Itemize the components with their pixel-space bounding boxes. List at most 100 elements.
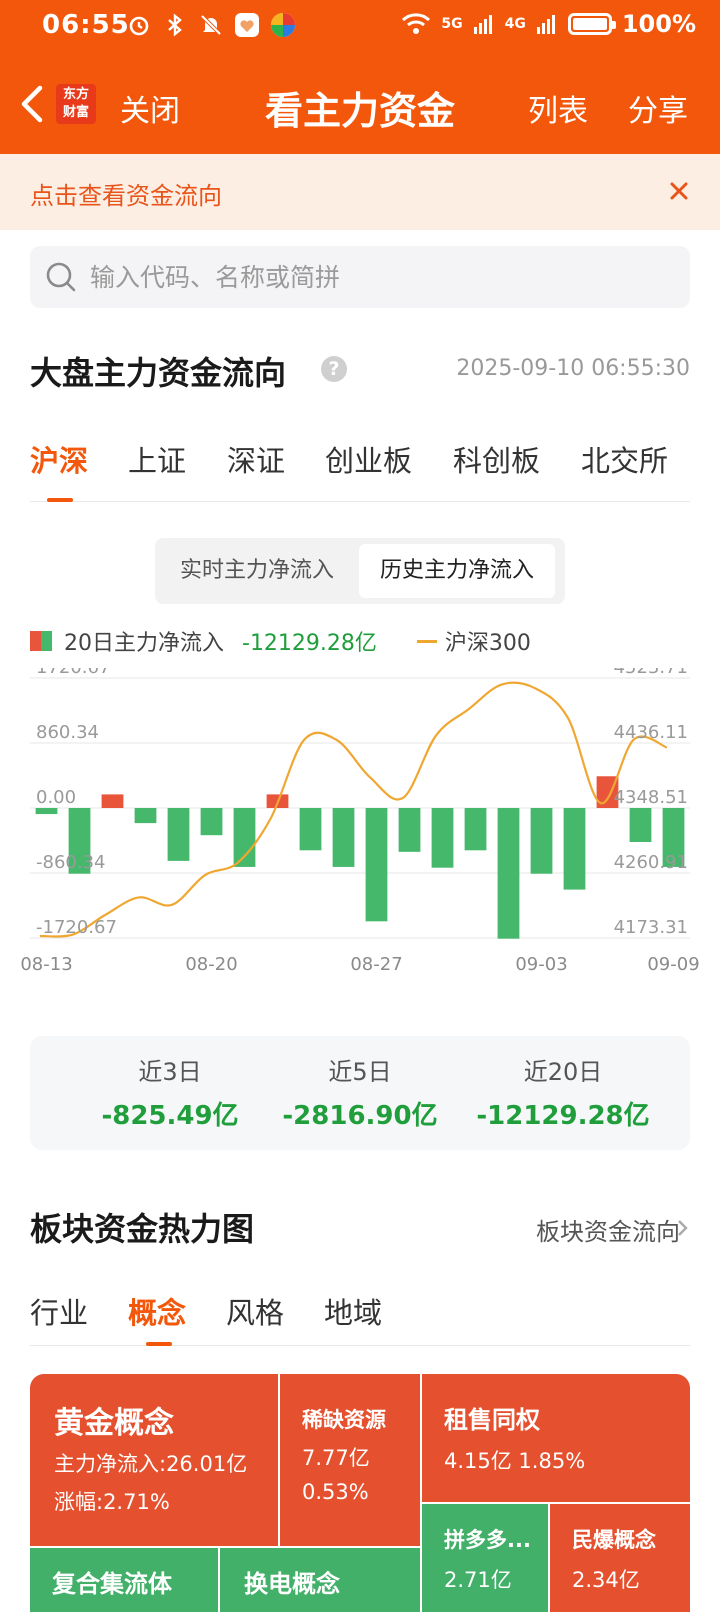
summary-5day: 近5日 -2816.90亿 bbox=[250, 1052, 470, 1132]
y-right-tick-label: 4173.31 bbox=[614, 917, 688, 938]
chart-legend: 20日主力净流入 -12129.28亿 沪深300 bbox=[30, 626, 531, 656]
fund-flow-chart-svg: 1720.67 860.34 0.00 -860.34 -1720.67 4523.71 4… bbox=[20, 657, 699, 975]
summary-5day-label: 近5日 bbox=[328, 1058, 392, 1086]
heat-tile-rent-rights[interactable]: 租售同权 4.15亿 1.85% bbox=[422, 1374, 690, 1502]
alarm-icon bbox=[126, 12, 152, 38]
tile-name: 稀缺资源 bbox=[302, 1408, 386, 1432]
flow-bar bbox=[167, 808, 190, 861]
flow-bar bbox=[563, 808, 586, 890]
status-time: 06:55 bbox=[42, 10, 130, 40]
tab-star-market[interactable]: 科创板 bbox=[453, 438, 540, 480]
summary-20day-value: -12129.28亿 bbox=[476, 1101, 650, 1131]
summary-3day-label: 近3日 bbox=[138, 1058, 202, 1086]
help-icon[interactable]: ? bbox=[321, 356, 347, 382]
y-left-tick-label: 860.34 bbox=[36, 722, 99, 743]
tile-name: 黄金概念 bbox=[54, 1406, 174, 1441]
flow-bar bbox=[398, 808, 421, 852]
heat-tile-pdd[interactable]: 拼多多... 2.71亿 bbox=[422, 1504, 548, 1612]
tab-hushen[interactable]: 沪深 bbox=[30, 438, 88, 480]
tab-bse[interactable]: 北交所 bbox=[581, 438, 668, 480]
logo-line1: 东方 bbox=[62, 87, 89, 102]
flow-bar bbox=[497, 808, 520, 939]
tab-concept[interactable]: 概念 bbox=[128, 1290, 186, 1332]
y-right-tick-label: 4436.11 bbox=[614, 722, 688, 743]
y-right-tick-label: 4523.71 bbox=[614, 668, 688, 678]
app-header-bar: 06:55 5G 4G 100% 东方 财富 关闭 看主力资金 列表 分享 bbox=[0, 0, 720, 154]
market-flow-title: 大盘主力资金流向 bbox=[30, 354, 287, 392]
flow-legend-label: 20日主力净流入 bbox=[64, 631, 224, 656]
network-4g-label: 4G bbox=[504, 16, 526, 32]
summary-3day-value: -825.49亿 bbox=[101, 1101, 239, 1131]
share-button[interactable]: 分享 bbox=[628, 86, 688, 130]
signal-icon-2 bbox=[536, 15, 555, 34]
sector-heatmap: 黄金概念 主力净流入:26.01亿 涨幅:2.71% 稀缺资源 7.77亿 0.… bbox=[30, 1374, 690, 1612]
flow-bar bbox=[629, 808, 652, 842]
heat-tile-composite-collector[interactable]: 复合集流体 bbox=[30, 1548, 218, 1612]
nav-header: 东方 财富 关闭 看主力资金 列表 分享 bbox=[0, 54, 720, 154]
tab-shanghai[interactable]: 上证 bbox=[128, 438, 186, 480]
history-flow-option[interactable]: 历史主力净流入 bbox=[359, 544, 555, 598]
chevron-right-icon[interactable] bbox=[676, 1218, 690, 1238]
back-arrow-icon[interactable] bbox=[14, 82, 50, 126]
fund-flow-chart[interactable]: 1720.67 860.34 0.00 -860.34 -1720.67 4523.71 4… bbox=[0, 657, 720, 1008]
tile-flow: 主力净流入:26.01亿 bbox=[54, 1452, 248, 1476]
heat-tile-gold[interactable]: 黄金概念 主力净流入:26.01亿 涨幅:2.71% bbox=[30, 1374, 278, 1546]
wifi-icon bbox=[402, 13, 431, 34]
mute-bell-icon bbox=[198, 12, 224, 38]
tab-chinext[interactable]: 创业板 bbox=[325, 438, 412, 480]
tile-flow: 2.71亿 bbox=[444, 1568, 512, 1592]
tab-industry[interactable]: 行业 bbox=[30, 1290, 88, 1332]
search-input[interactable] bbox=[90, 246, 670, 308]
tab-style[interactable]: 风格 bbox=[226, 1290, 284, 1332]
flow-bar bbox=[134, 808, 157, 824]
summary-3day: 近3日 -825.49亿 bbox=[60, 1052, 280, 1132]
y-left-tick-label: 1720.67 bbox=[36, 668, 110, 678]
heat-tile-civil-explosives[interactable]: 民爆概念 2.34亿 bbox=[550, 1504, 690, 1612]
y-right-tick-label: 4260.91 bbox=[614, 852, 688, 873]
status-right: 5G 4G 100% bbox=[401, 10, 696, 38]
flow-bar bbox=[365, 808, 388, 922]
list-button[interactable]: 列表 bbox=[528, 86, 588, 130]
x-tick-label: 09-09 bbox=[647, 954, 699, 975]
flow-bar bbox=[464, 808, 487, 851]
heat-tile-rare-resources[interactable]: 稀缺资源 7.77亿 0.53% bbox=[280, 1374, 420, 1546]
heat-tile-battery-swap[interactable]: 换电概念 bbox=[220, 1548, 420, 1612]
y-left-tick-label: 0.00 bbox=[36, 787, 76, 808]
heart-app-icon bbox=[234, 12, 260, 38]
tile-flow: 4.15亿 1.85% bbox=[444, 1449, 586, 1473]
flow-bar bbox=[332, 808, 355, 867]
colorful-app-icon bbox=[270, 12, 296, 38]
tab-shenzhen[interactable]: 深证 bbox=[227, 438, 285, 480]
status-bar: 06:55 5G 4G 100% bbox=[0, 0, 720, 54]
close-button[interactable]: 关闭 bbox=[120, 86, 180, 130]
x-tick-label: 08-20 bbox=[185, 954, 237, 975]
tile-flow: 2.34亿 bbox=[572, 1568, 640, 1592]
tile-name: 民爆概念 bbox=[572, 1528, 656, 1552]
sector-heatmap-title: 板块资金热力图 bbox=[30, 1210, 255, 1248]
summary-20day: 近20日 -12129.28亿 bbox=[453, 1052, 673, 1132]
flow-summary: 近3日 -825.49亿 近5日 -2816.90亿 近20日 -12129.2… bbox=[30, 1036, 690, 1150]
battery-percent: 100% bbox=[621, 10, 696, 38]
tile-name: 租售同权 bbox=[444, 1406, 540, 1434]
y-left-tick-label: -1720.67 bbox=[36, 917, 117, 938]
x-tick-label: 08-27 bbox=[350, 954, 402, 975]
index-legend-label: 沪深300 bbox=[444, 631, 531, 656]
app-logo: 东方 财富 bbox=[56, 84, 96, 124]
close-icon[interactable] bbox=[664, 176, 694, 206]
summary-5day-value: -2816.90亿 bbox=[282, 1101, 438, 1131]
tile-name: 拼多多... bbox=[444, 1528, 531, 1552]
sector-flow-link[interactable]: 板块资金流向 bbox=[536, 1212, 680, 1247]
realtime-flow-option[interactable]: 实时主力净流入 bbox=[163, 544, 351, 598]
index-legend-swatch bbox=[416, 639, 437, 643]
network-5g-label: 5G bbox=[441, 16, 463, 32]
tile-name: 换电概念 bbox=[244, 1570, 340, 1598]
fund-flow-banner[interactable]: 点击查看资金流向 bbox=[0, 154, 720, 230]
sector-tabs: 行业 概念 风格 地域 bbox=[30, 1290, 690, 1346]
tile-change: 0.53% bbox=[302, 1480, 369, 1504]
tile-flow: 7.77亿 bbox=[302, 1446, 370, 1470]
signal-icon bbox=[473, 15, 492, 34]
tab-indicator bbox=[47, 498, 73, 502]
flow-legend-swatch bbox=[30, 631, 52, 651]
tab-region[interactable]: 地域 bbox=[324, 1290, 382, 1332]
y-left-tick-label: -860.34 bbox=[36, 852, 105, 873]
